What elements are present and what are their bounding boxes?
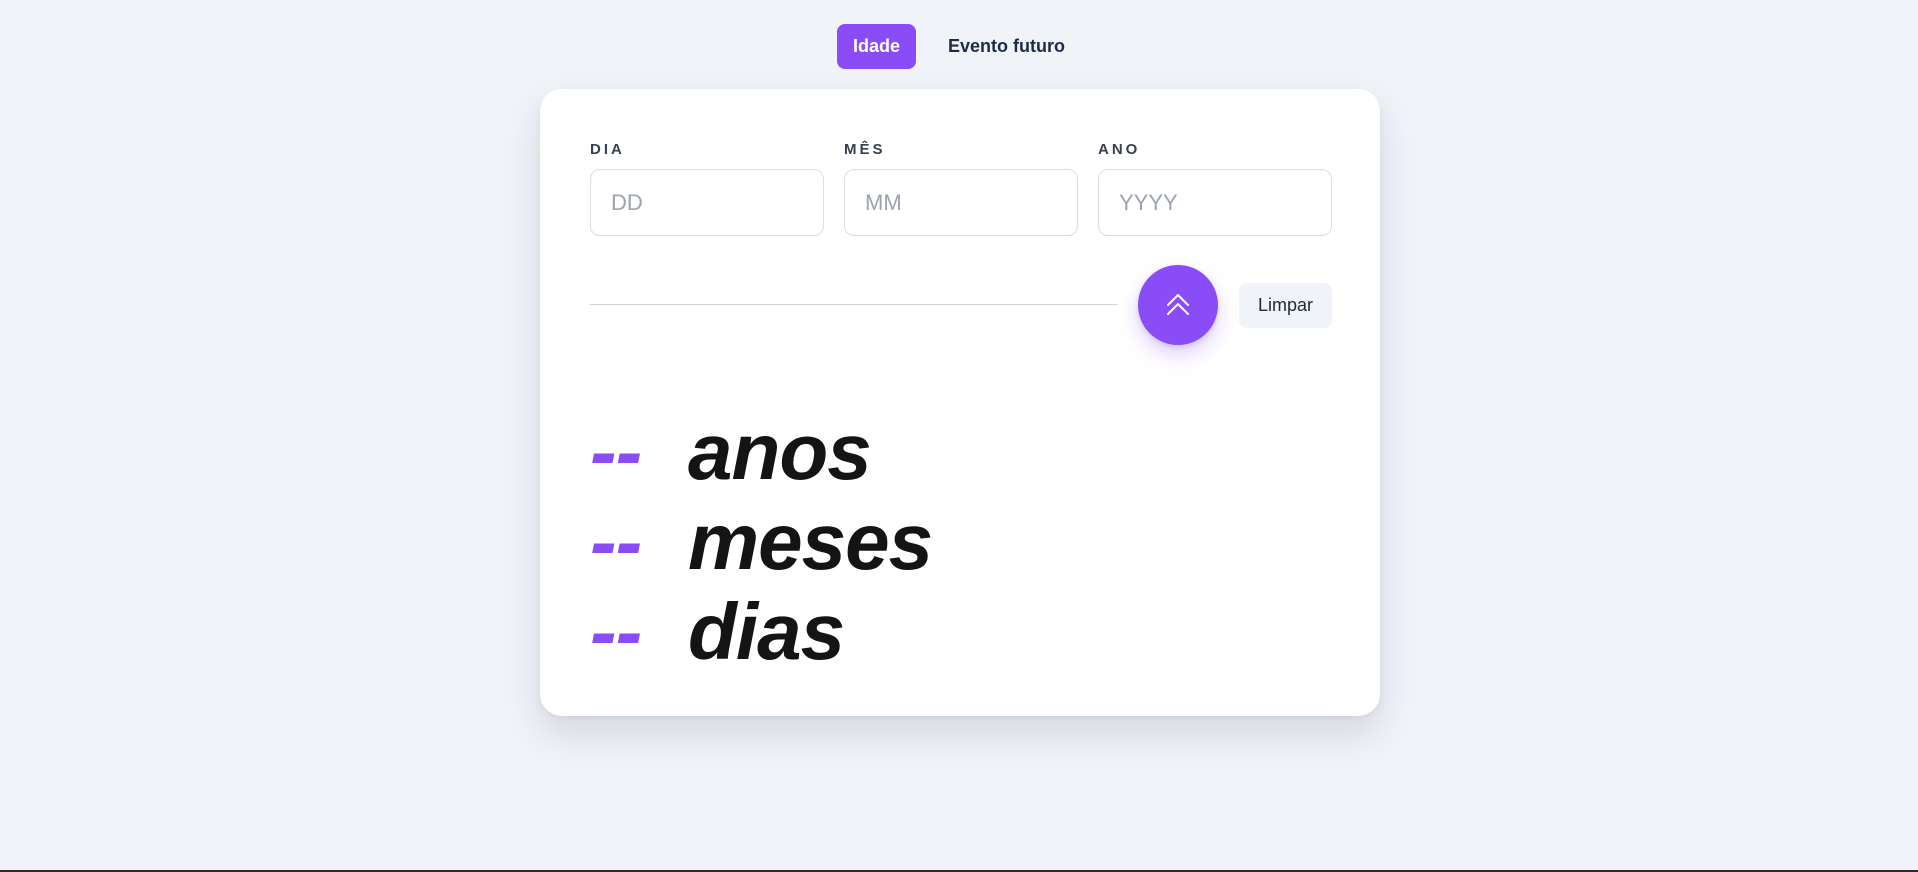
year-input[interactable] xyxy=(1098,169,1332,236)
action-row: Limpar xyxy=(590,265,1332,345)
divider xyxy=(590,304,1118,305)
result-days: -- dias xyxy=(590,587,932,677)
age-calculator-card: DIA MÊS ANO Limpar -- anos -- meses xyxy=(540,89,1380,716)
years-value: -- xyxy=(590,407,642,496)
day-label: DIA xyxy=(590,141,625,158)
day-input[interactable] xyxy=(590,169,824,236)
double-chevron-up-icon xyxy=(1167,294,1189,315)
months-unit: meses xyxy=(688,497,933,586)
days-value: -- xyxy=(590,587,642,676)
month-label: MÊS xyxy=(844,141,886,158)
month-input[interactable] xyxy=(844,169,1078,236)
days-unit: dias xyxy=(688,587,845,676)
tab-evento-futuro[interactable]: Evento futuro xyxy=(932,24,1081,69)
months-value: -- xyxy=(590,497,642,586)
mode-tabs: Idade Evento futuro xyxy=(0,24,1918,69)
year-field-group: ANO xyxy=(1098,141,1332,236)
results: -- anos -- meses -- dias xyxy=(590,407,933,677)
date-fields: DIA MÊS ANO xyxy=(590,141,1332,236)
month-field-group: MÊS xyxy=(844,141,1078,236)
years-unit: anos xyxy=(688,407,872,496)
tab-idade[interactable]: Idade xyxy=(836,24,916,69)
year-label: ANO xyxy=(1098,141,1141,158)
clear-button[interactable]: Limpar xyxy=(1239,283,1332,328)
day-field-group: DIA xyxy=(590,141,824,236)
result-years: -- anos xyxy=(590,407,932,497)
result-months: -- meses xyxy=(590,497,933,587)
calculate-button[interactable] xyxy=(1138,265,1218,345)
